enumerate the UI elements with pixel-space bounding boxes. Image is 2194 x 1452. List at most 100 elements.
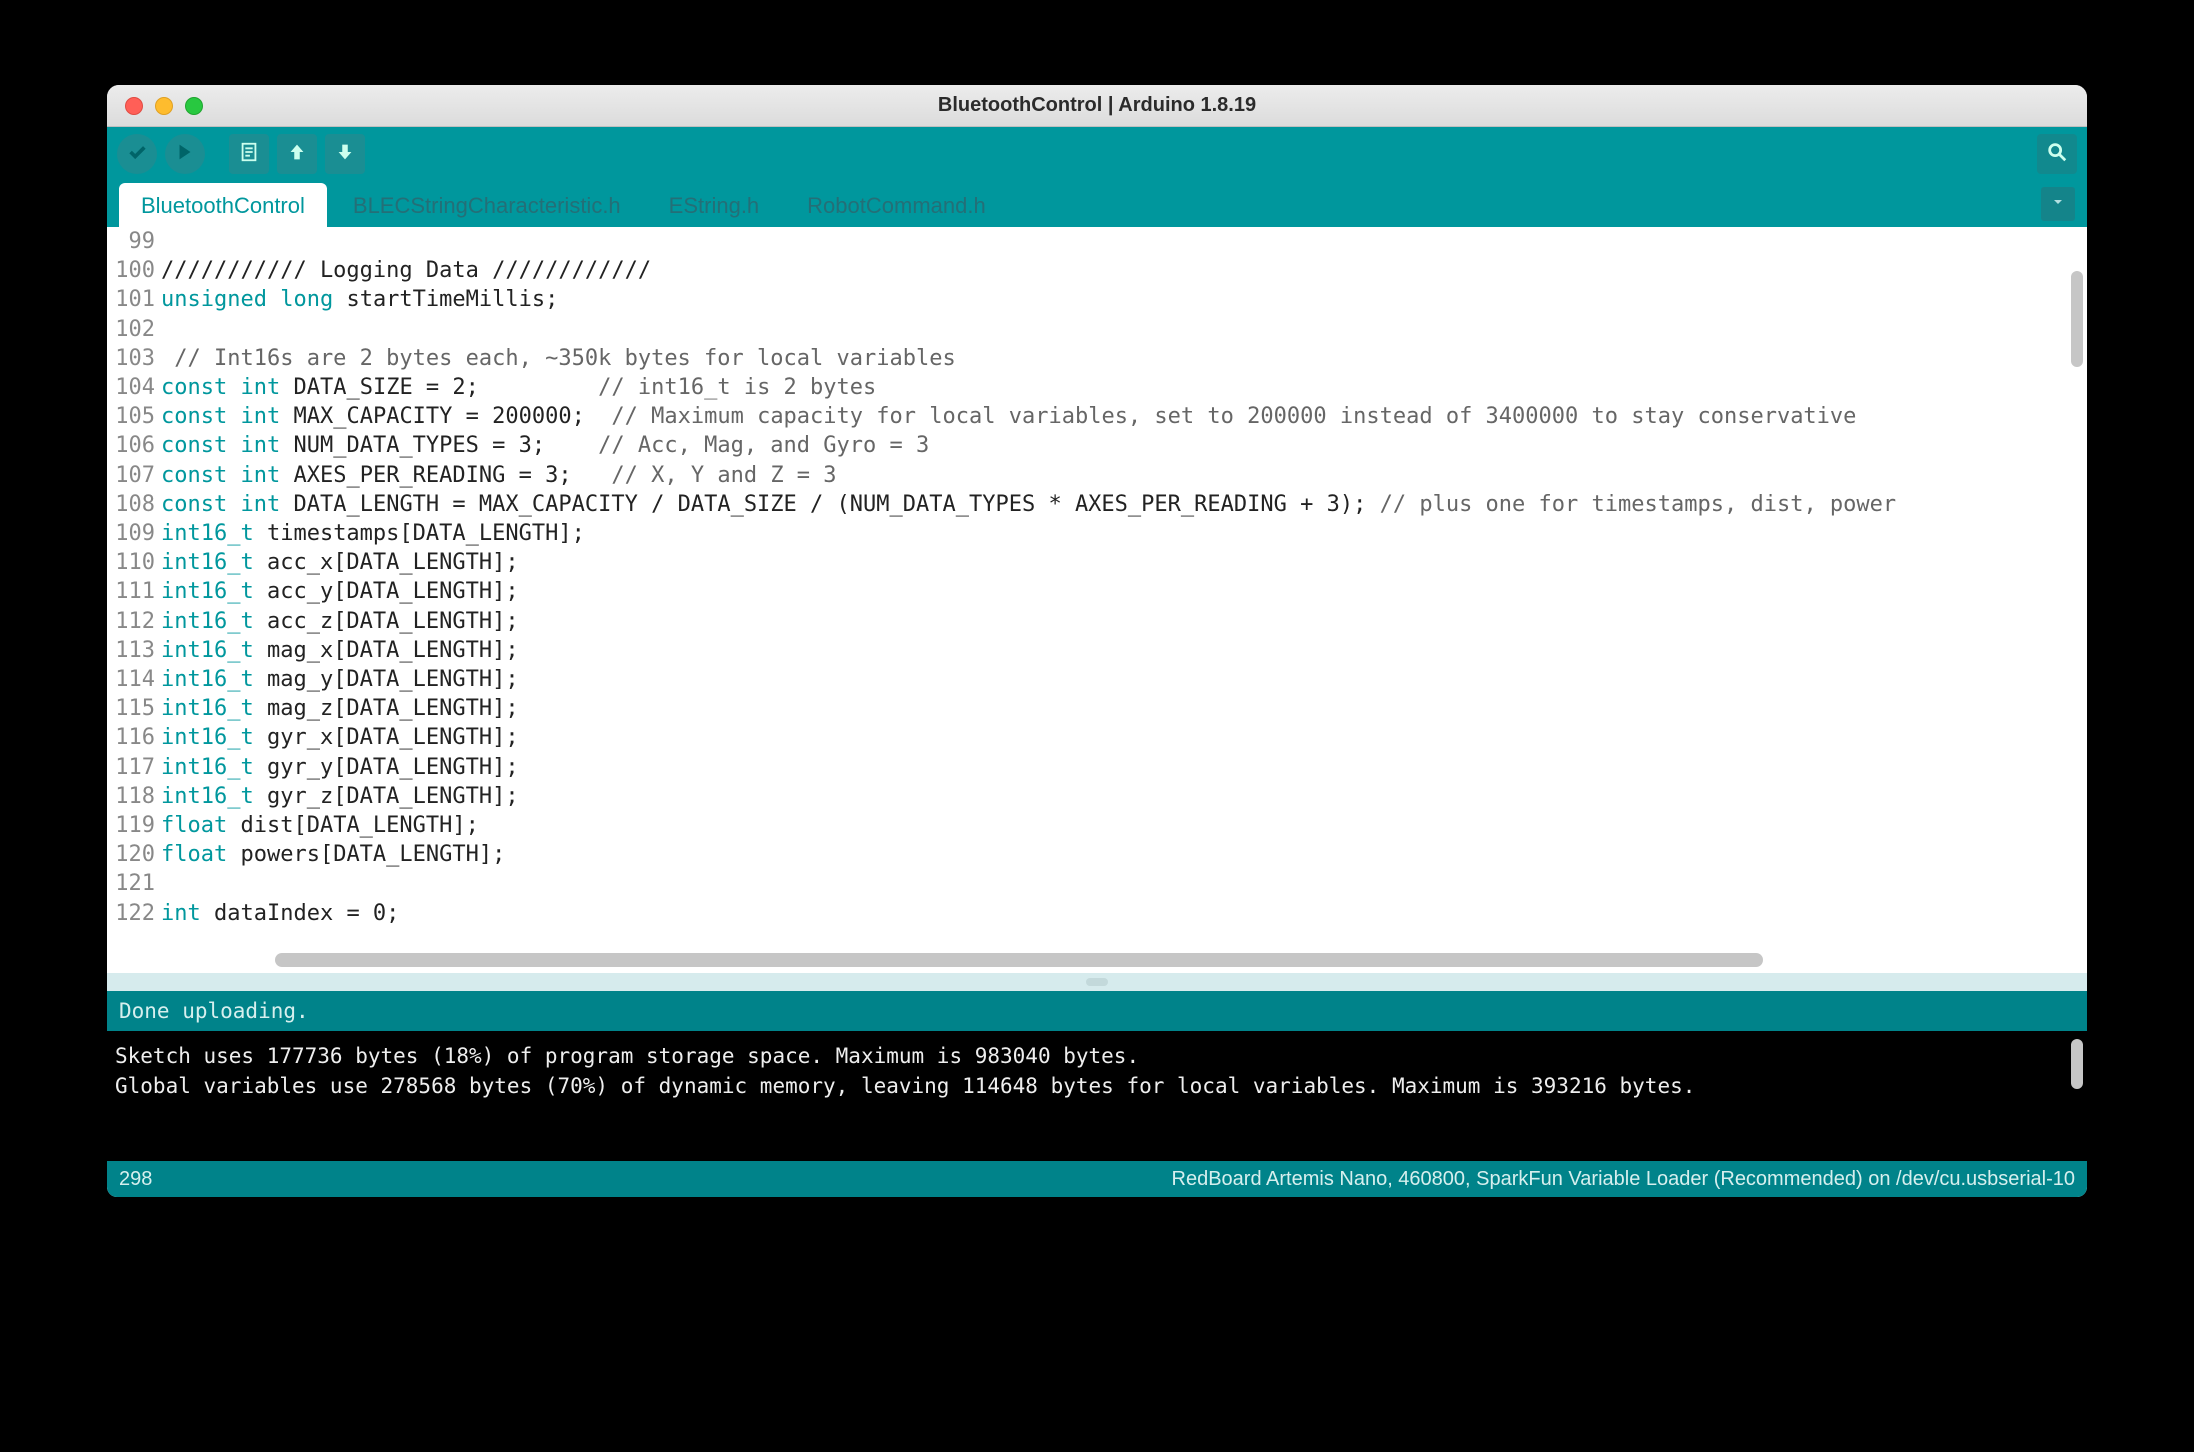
horizontal-scrollbar[interactable]: [275, 953, 1763, 967]
code-content: float dist[DATA_LENGTH];: [161, 811, 479, 840]
line-number: 110: [107, 548, 161, 577]
line-number: 104: [107, 373, 161, 402]
line-number: 102: [107, 315, 161, 344]
code-content: int16_t mag_x[DATA_LENGTH];: [161, 636, 519, 665]
code-line[interactable]: 99: [107, 227, 2071, 256]
code-content: int16_t acc_z[DATA_LENGTH];: [161, 607, 519, 636]
code-content: const int NUM_DATA_TYPES = 3; // Acc, Ma…: [161, 431, 929, 460]
arrow-right-icon: [174, 141, 196, 168]
code-line[interactable]: 111int16_t acc_y[DATA_LENGTH];: [107, 577, 2071, 606]
code-content: const int MAX_CAPACITY = 200000; // Maxi…: [161, 402, 1856, 431]
upload-button[interactable]: [165, 134, 205, 174]
line-number: 103: [107, 344, 161, 373]
line-number: 119: [107, 811, 161, 840]
code-line[interactable]: 114int16_t mag_y[DATA_LENGTH];: [107, 665, 2071, 694]
console-line: Global variables use 278568 bytes (70%) …: [115, 1071, 2079, 1101]
toolbar: [107, 127, 2087, 181]
chevron-down-icon: [2050, 194, 2066, 215]
code-content: int16_t acc_y[DATA_LENGTH];: [161, 577, 519, 606]
code-content: int16_t gyr_z[DATA_LENGTH];: [161, 782, 519, 811]
magnifier-icon: [2046, 141, 2068, 168]
code-line[interactable]: 116int16_t gyr_x[DATA_LENGTH];: [107, 723, 2071, 752]
open-button[interactable]: [277, 134, 317, 174]
minimize-button[interactable]: [155, 97, 173, 115]
code-line[interactable]: 113int16_t mag_x[DATA_LENGTH];: [107, 636, 2071, 665]
traffic-lights: [107, 97, 203, 115]
editor-area: 99100/////////// Logging Data //////////…: [107, 227, 2087, 973]
code-content: int16_t mag_z[DATA_LENGTH];: [161, 694, 519, 723]
code-content: /////////// Logging Data ////////////: [161, 256, 651, 285]
tab-blecstring[interactable]: BLECStringCharacteristic.h: [331, 183, 643, 227]
line-number: 100: [107, 256, 161, 285]
tab-dropdown-button[interactable]: [2041, 187, 2075, 221]
code-line[interactable]: 103 // Int16s are 2 bytes each, ~350k by…: [107, 344, 2071, 373]
tab-robotcommand[interactable]: RobotCommand.h: [785, 183, 1008, 227]
board-info: RedBoard Artemis Nano, 460800, SparkFun …: [1172, 1168, 2075, 1191]
code-content: float powers[DATA_LENGTH];: [161, 840, 505, 869]
console-line: Sketch uses 177736 bytes (18%) of progra…: [115, 1041, 2079, 1071]
line-number: 114: [107, 665, 161, 694]
line-number: 112: [107, 607, 161, 636]
window-title: BluetoothControl | Arduino 1.8.19: [107, 94, 2087, 117]
status-bar: Done uploading.: [107, 991, 2087, 1031]
code-content: int16_t mag_y[DATA_LENGTH];: [161, 665, 519, 694]
line-number: 106: [107, 431, 161, 460]
verify-button[interactable]: [117, 134, 157, 174]
code-line[interactable]: 110int16_t acc_x[DATA_LENGTH];: [107, 548, 2071, 577]
line-number: 113: [107, 636, 161, 665]
code-line[interactable]: 119float dist[DATA_LENGTH];: [107, 811, 2071, 840]
code-line[interactable]: 112int16_t acc_z[DATA_LENGTH];: [107, 607, 2071, 636]
code-content: int dataIndex = 0;: [161, 899, 399, 928]
line-number-indicator: 298: [119, 1168, 152, 1191]
serial-monitor-button[interactable]: [2037, 134, 2077, 174]
code-line[interactable]: 109int16_t timestamps[DATA_LENGTH];: [107, 519, 2071, 548]
line-number: 111: [107, 577, 161, 606]
code-line[interactable]: 105const int MAX_CAPACITY = 200000; // M…: [107, 402, 2071, 431]
save-button[interactable]: [325, 134, 365, 174]
code-content: int16_t timestamps[DATA_LENGTH];: [161, 519, 585, 548]
code-line[interactable]: 102: [107, 315, 2071, 344]
line-number: 116: [107, 723, 161, 752]
code-content: unsigned long startTimeMillis;: [161, 285, 558, 314]
line-number: 115: [107, 694, 161, 723]
line-number: 99: [107, 227, 161, 256]
line-number: 118: [107, 782, 161, 811]
vertical-scrollbar[interactable]: [2071, 271, 2083, 367]
new-button[interactable]: [229, 134, 269, 174]
code-content: int16_t gyr_x[DATA_LENGTH];: [161, 723, 519, 752]
code-line[interactable]: 106const int NUM_DATA_TYPES = 3; // Acc,…: [107, 431, 2071, 460]
console-output[interactable]: Sketch uses 177736 bytes (18%) of progra…: [107, 1031, 2087, 1161]
code-line[interactable]: 120float powers[DATA_LENGTH];: [107, 840, 2071, 869]
maximize-button[interactable]: [185, 97, 203, 115]
code-content: const int DATA_LENGTH = MAX_CAPACITY / D…: [161, 490, 1896, 519]
code-line[interactable]: 117int16_t gyr_y[DATA_LENGTH];: [107, 753, 2071, 782]
code-content: const int AXES_PER_READING = 3; // X, Y …: [161, 461, 837, 490]
tab-estring[interactable]: EString.h: [647, 183, 782, 227]
code-line[interactable]: 108const int DATA_LENGTH = MAX_CAPACITY …: [107, 490, 2071, 519]
line-number: 117: [107, 753, 161, 782]
code-line[interactable]: 122int dataIndex = 0;: [107, 899, 2071, 928]
footer-bar: 298 RedBoard Artemis Nano, 460800, Spark…: [107, 1161, 2087, 1197]
close-button[interactable]: [125, 97, 143, 115]
line-number: 120: [107, 840, 161, 869]
code-content: // Int16s are 2 bytes each, ~350k bytes …: [161, 344, 956, 373]
line-number: 121: [107, 869, 161, 898]
console-scrollbar[interactable]: [2071, 1039, 2083, 1089]
line-number: 122: [107, 899, 161, 928]
code-line[interactable]: 121: [107, 869, 2071, 898]
tab-bar: BluetoothControl BLECStringCharacteristi…: [107, 181, 2087, 227]
code-line[interactable]: 107const int AXES_PER_READING = 3; // X,…: [107, 461, 2071, 490]
code-line[interactable]: 118int16_t gyr_z[DATA_LENGTH];: [107, 782, 2071, 811]
line-number: 101: [107, 285, 161, 314]
code-content: int16_t gyr_y[DATA_LENGTH];: [161, 753, 519, 782]
status-message: Done uploading.: [119, 999, 309, 1023]
code-line[interactable]: 100/////////// Logging Data ////////////: [107, 256, 2071, 285]
code-line[interactable]: 115int16_t mag_z[DATA_LENGTH];: [107, 694, 2071, 723]
code-line[interactable]: 101unsigned long startTimeMillis;: [107, 285, 2071, 314]
code-editor[interactable]: 99100/////////// Logging Data //////////…: [107, 227, 2087, 973]
code-line[interactable]: 104const int DATA_SIZE = 2; // int16_t i…: [107, 373, 2071, 402]
code-content: int16_t acc_x[DATA_LENGTH];: [161, 548, 519, 577]
pane-divider[interactable]: [107, 973, 2087, 991]
line-number: 105: [107, 402, 161, 431]
tab-bluetoothcontrol[interactable]: BluetoothControl: [119, 183, 327, 227]
